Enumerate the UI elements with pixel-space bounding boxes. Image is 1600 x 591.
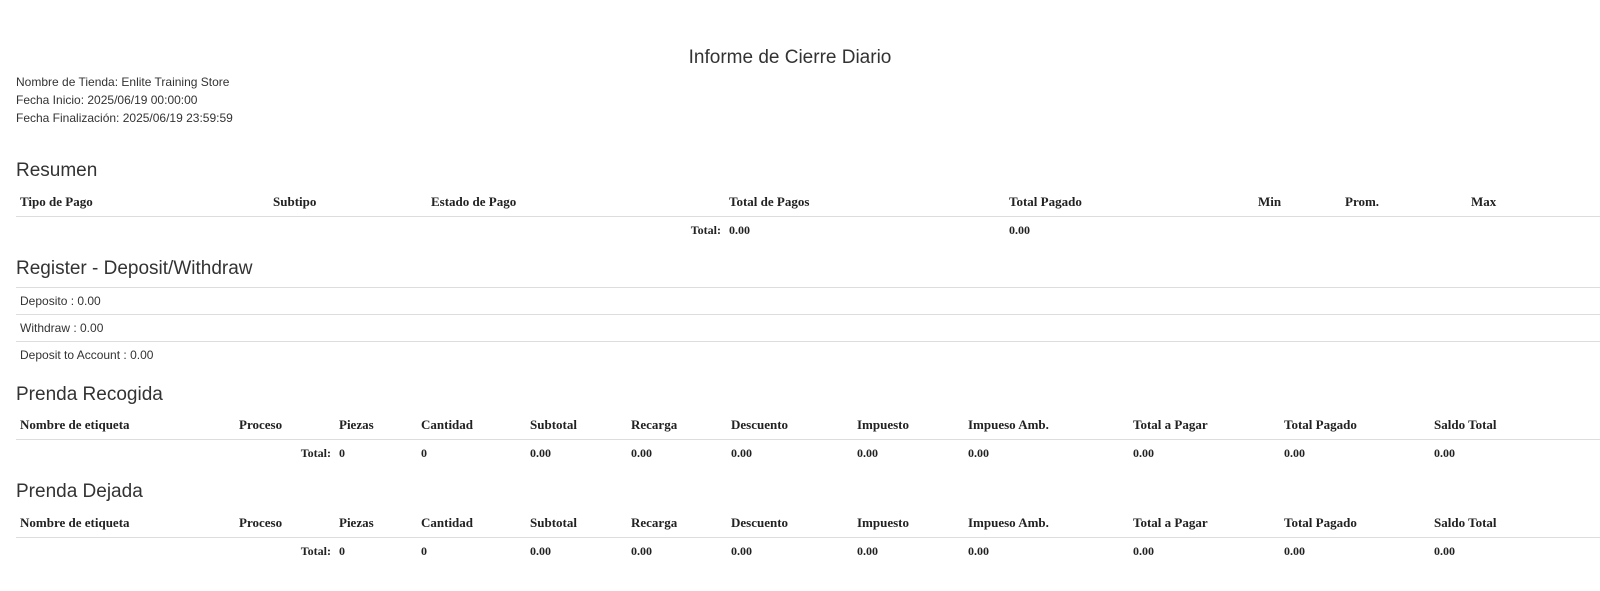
summary-total-row: Total: 0.00 0.00: [16, 217, 1600, 244]
total-cell: 0.00: [530, 543, 551, 558]
total-cell: 0: [421, 543, 427, 558]
column-header: Impuesto: [853, 509, 964, 538]
total-cell: 0: [339, 543, 345, 558]
end-date: Fecha Finalización: 2025/06/19 23:59:59: [16, 111, 233, 125]
total-cell: 0.00: [530, 445, 551, 460]
garments-dropped-total-row: Total: 0 0 0.00 0.00 0.00 0.00 0.00 0.00…: [16, 538, 1600, 565]
column-header: Total a Pagar: [1129, 509, 1280, 538]
total-cell: 0.00: [1284, 543, 1305, 558]
column-header: Impueso Amb.: [964, 411, 1129, 440]
column-header: Saldo Total: [1430, 411, 1600, 440]
report-title: Informe de Cierre Diario: [688, 47, 892, 68]
total-cell: 0.00: [1434, 543, 1455, 558]
summary-header: Total de Pagos: [725, 188, 1005, 217]
garments-picked-total-row: Total: 0 0 0.00 0.00 0.00 0.00 0.00 0.00…: [16, 440, 1600, 467]
column-header: Proceso: [235, 509, 335, 538]
total-cell: 0.00: [857, 445, 878, 460]
total-cell: 0: [421, 445, 427, 460]
column-header: Total Pagado: [1280, 411, 1430, 440]
column-header: Cantidad: [417, 509, 526, 538]
summary-header-row: Tipo de Pago Subtipo Estado de Pago Tota…: [16, 188, 1600, 217]
register-title: Register - Deposit/Withdraw: [16, 258, 253, 279]
total-cell: 0.00: [968, 445, 989, 460]
deposit-to-account-row: Deposit to Account : 0.00: [16, 341, 1600, 367]
column-header: Total Pagado: [1280, 509, 1430, 538]
summary-header: Estado de Pago: [427, 188, 725, 217]
total-cell: 0.00: [1284, 445, 1305, 460]
column-header: Descuento: [727, 411, 853, 440]
column-header: Nombre de etiqueta: [16, 411, 235, 440]
column-header: Piezas: [335, 509, 417, 538]
total-cell: 0: [339, 445, 345, 460]
total-label: Total:: [300, 543, 331, 558]
column-header: Nombre de etiqueta: [16, 509, 235, 538]
garments-picked-table: Nombre de etiqueta Proceso Piezas Cantid…: [16, 411, 1600, 466]
total-label: Total:: [300, 445, 331, 460]
summary-header: Total Pagado: [1005, 188, 1254, 217]
total-cell: 0.00: [857, 543, 878, 558]
summary-total-label: Total:: [690, 222, 721, 237]
column-header: Cantidad: [417, 411, 526, 440]
total-cell: 0.00: [731, 543, 752, 558]
total-cell: 0.00: [968, 543, 989, 558]
garments-picked-header-row: Nombre de etiqueta Proceso Piezas Cantid…: [16, 411, 1600, 440]
summary-header: Min: [1254, 188, 1341, 217]
summary-header: Tipo de Pago: [16, 188, 269, 217]
column-header: Recarga: [627, 509, 727, 538]
summary-total-paid: 0.00: [1009, 222, 1030, 237]
summary-header: Max: [1467, 188, 1600, 217]
summary-title: Resumen: [16, 160, 98, 181]
column-header: Saldo Total: [1430, 509, 1600, 538]
total-cell: 0.00: [1133, 543, 1154, 558]
garments-picked-title: Prenda Recogida: [16, 384, 163, 405]
column-header: Piezas: [335, 411, 417, 440]
start-date: Fecha Inicio: 2025/06/19 00:00:00: [16, 93, 198, 107]
total-cell: 0.00: [631, 445, 652, 460]
garments-dropped-title: Prenda Dejada: [16, 481, 143, 502]
garments-dropped-table: Nombre de etiqueta Proceso Piezas Cantid…: [16, 509, 1600, 564]
total-cell: 0.00: [1133, 445, 1154, 460]
total-cell: 0.00: [1434, 445, 1455, 460]
total-cell: 0.00: [631, 543, 652, 558]
column-header: Descuento: [727, 509, 853, 538]
deposit-row: Deposito : 0.00: [16, 287, 1600, 313]
column-header: Impuesto: [853, 411, 964, 440]
column-header: Impueso Amb.: [964, 509, 1129, 538]
total-cell: 0.00: [731, 445, 752, 460]
summary-table: Tipo de Pago Subtipo Estado de Pago Tota…: [16, 188, 1600, 243]
column-header: Subtotal: [526, 509, 627, 538]
withdraw-row: Withdraw : 0.00: [16, 314, 1600, 340]
column-header: Proceso: [235, 411, 335, 440]
column-header: Recarga: [627, 411, 727, 440]
garments-dropped-header-row: Nombre de etiqueta Proceso Piezas Cantid…: [16, 509, 1600, 538]
summary-total-payments: 0.00: [729, 222, 750, 237]
report-meta: Nombre de Tienda: Enlite Training Store …: [16, 73, 233, 127]
store-name: Nombre de Tienda: Enlite Training Store: [16, 75, 230, 89]
column-header: Subtotal: [526, 411, 627, 440]
column-header: Total a Pagar: [1129, 411, 1280, 440]
summary-header: Subtipo: [269, 188, 427, 217]
summary-header: Prom.: [1341, 188, 1467, 217]
